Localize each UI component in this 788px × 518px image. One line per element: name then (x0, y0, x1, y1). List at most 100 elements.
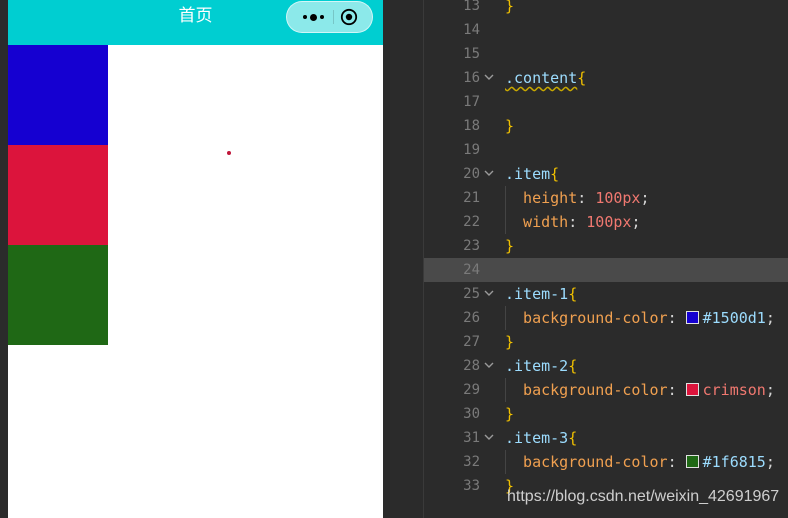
code-token: : (568, 213, 587, 231)
code-text: background-color: #1500d1; (505, 306, 775, 330)
line-number: 22 (463, 214, 480, 230)
code-line-22[interactable]: 22 width: 100px; (424, 210, 788, 234)
more-dots-icon[interactable] (297, 2, 329, 32)
code-token: .content (505, 69, 578, 87)
code-token: { (568, 429, 578, 447)
code-text: } (505, 234, 514, 258)
code-text: height: 100px; (505, 186, 650, 210)
code-token: : (667, 381, 686, 399)
code-line-18[interactable]: 18} (424, 114, 788, 138)
menu-capsule (286, 1, 373, 33)
navigation-bar: 首页 (8, 0, 383, 45)
code-token: { (568, 357, 578, 375)
line-number: 13 (463, 0, 480, 14)
line-number: 23 (463, 238, 480, 254)
color-swatch[interactable] (685, 383, 699, 396)
code-line-30[interactable]: 30} (424, 402, 788, 426)
line-number: 24 (463, 262, 480, 278)
phone-simulator: 首页 (0, 0, 383, 518)
code-token: } (505, 117, 515, 135)
code-token: } (505, 237, 515, 255)
code-text: .item{ (505, 162, 559, 186)
line-number: 25 (463, 286, 480, 302)
code-area[interactable]: 13} 14 15 16 .content{17 18} 19 20 .item{21 heig… (424, 0, 788, 498)
line-number: 19 (463, 142, 480, 158)
code-text: width: 100px; (505, 210, 640, 234)
code-text: } (505, 0, 514, 18)
code-line-26[interactable]: 26 background-color: #1500d1; (424, 306, 788, 330)
code-text: .item-2{ (505, 354, 577, 378)
code-token: { (577, 69, 587, 87)
line-number: 18 (463, 118, 480, 134)
code-token: : (577, 189, 596, 207)
line-number: 33 (463, 478, 480, 494)
code-line-27[interactable]: 27} (424, 330, 788, 354)
color-swatch[interactable] (685, 311, 699, 324)
code-token: .item-2 (505, 357, 569, 375)
code-line-17[interactable]: 17 (424, 90, 788, 114)
line-number: 28 (463, 358, 480, 374)
cursor-dot (227, 151, 231, 155)
code-token: background-color (505, 453, 668, 471)
line-number: 26 (463, 310, 480, 326)
line-number: 31 (463, 430, 480, 446)
code-line-28[interactable]: 28 .item-2{ (424, 354, 788, 378)
code-line-14[interactable]: 14 (424, 18, 788, 42)
item-1-block (8, 45, 108, 145)
code-text: background-color: crimson; (505, 378, 775, 402)
code-line-13[interactable]: 13} (424, 0, 788, 18)
watermark: https://blog.csdn.net/weixin_42691967 (507, 488, 780, 505)
target-circle-icon[interactable] (340, 8, 358, 26)
code-token: ; (640, 189, 650, 207)
line-number: 20 (463, 166, 480, 182)
code-text: .content{ (505, 66, 586, 90)
capsule-divider (333, 10, 334, 24)
code-token: .item-3 (505, 429, 569, 447)
code-token: } (505, 333, 515, 351)
code-text: } (505, 402, 514, 426)
code-token: ; (765, 309, 775, 327)
code-line-20[interactable]: 20 .item{ (424, 162, 788, 186)
code-line-29[interactable]: 29 background-color: crimson; (424, 378, 788, 402)
item-3-block (8, 245, 108, 345)
simulator-screen: 首页 (8, 0, 383, 518)
code-token: crimson (702, 381, 766, 399)
code-token: background-color (505, 309, 668, 327)
color-swatch[interactable] (685, 455, 699, 468)
code-token: ; (765, 381, 775, 399)
code-token: #1500d1 (702, 309, 766, 327)
code-token: .item-1 (505, 285, 569, 303)
code-token: ; (765, 453, 775, 471)
line-number: 14 (463, 22, 480, 38)
code-text: .item-1{ (505, 282, 577, 306)
line-number: 17 (463, 94, 480, 110)
code-line-25[interactable]: 25 .item-1{ (424, 282, 788, 306)
code-text: } (505, 330, 514, 354)
code-token: : (667, 453, 686, 471)
code-line-24[interactable]: 24 (424, 258, 788, 282)
code-token: } (505, 0, 515, 15)
code-token: } (505, 405, 515, 423)
editor-sidebar (383, 0, 423, 518)
code-token: height (505, 189, 578, 207)
code-text: background-color: #1f6815; (505, 450, 775, 474)
code-token: 100px (586, 213, 632, 231)
line-number: 32 (463, 454, 480, 470)
line-number: 27 (463, 334, 480, 350)
code-text: } (505, 114, 514, 138)
code-line-31[interactable]: 31 .item-3{ (424, 426, 788, 450)
line-number: 15 (463, 46, 480, 62)
code-token: : (667, 309, 686, 327)
code-text: .item-3{ (505, 426, 577, 450)
code-line-19[interactable]: 19 (424, 138, 788, 162)
code-token: .item (505, 165, 551, 183)
code-line-16[interactable]: 16 .content{ (424, 66, 788, 90)
code-line-15[interactable]: 15 (424, 42, 788, 66)
code-token: 100px (595, 189, 641, 207)
line-number: 21 (463, 190, 480, 206)
code-token: #1f6815 (702, 453, 766, 471)
line-number: 29 (463, 382, 480, 398)
code-line-32[interactable]: 32 background-color: #1f6815; (424, 450, 788, 474)
code-line-23[interactable]: 23} (424, 234, 788, 258)
code-line-21[interactable]: 21 height: 100px; (424, 186, 788, 210)
